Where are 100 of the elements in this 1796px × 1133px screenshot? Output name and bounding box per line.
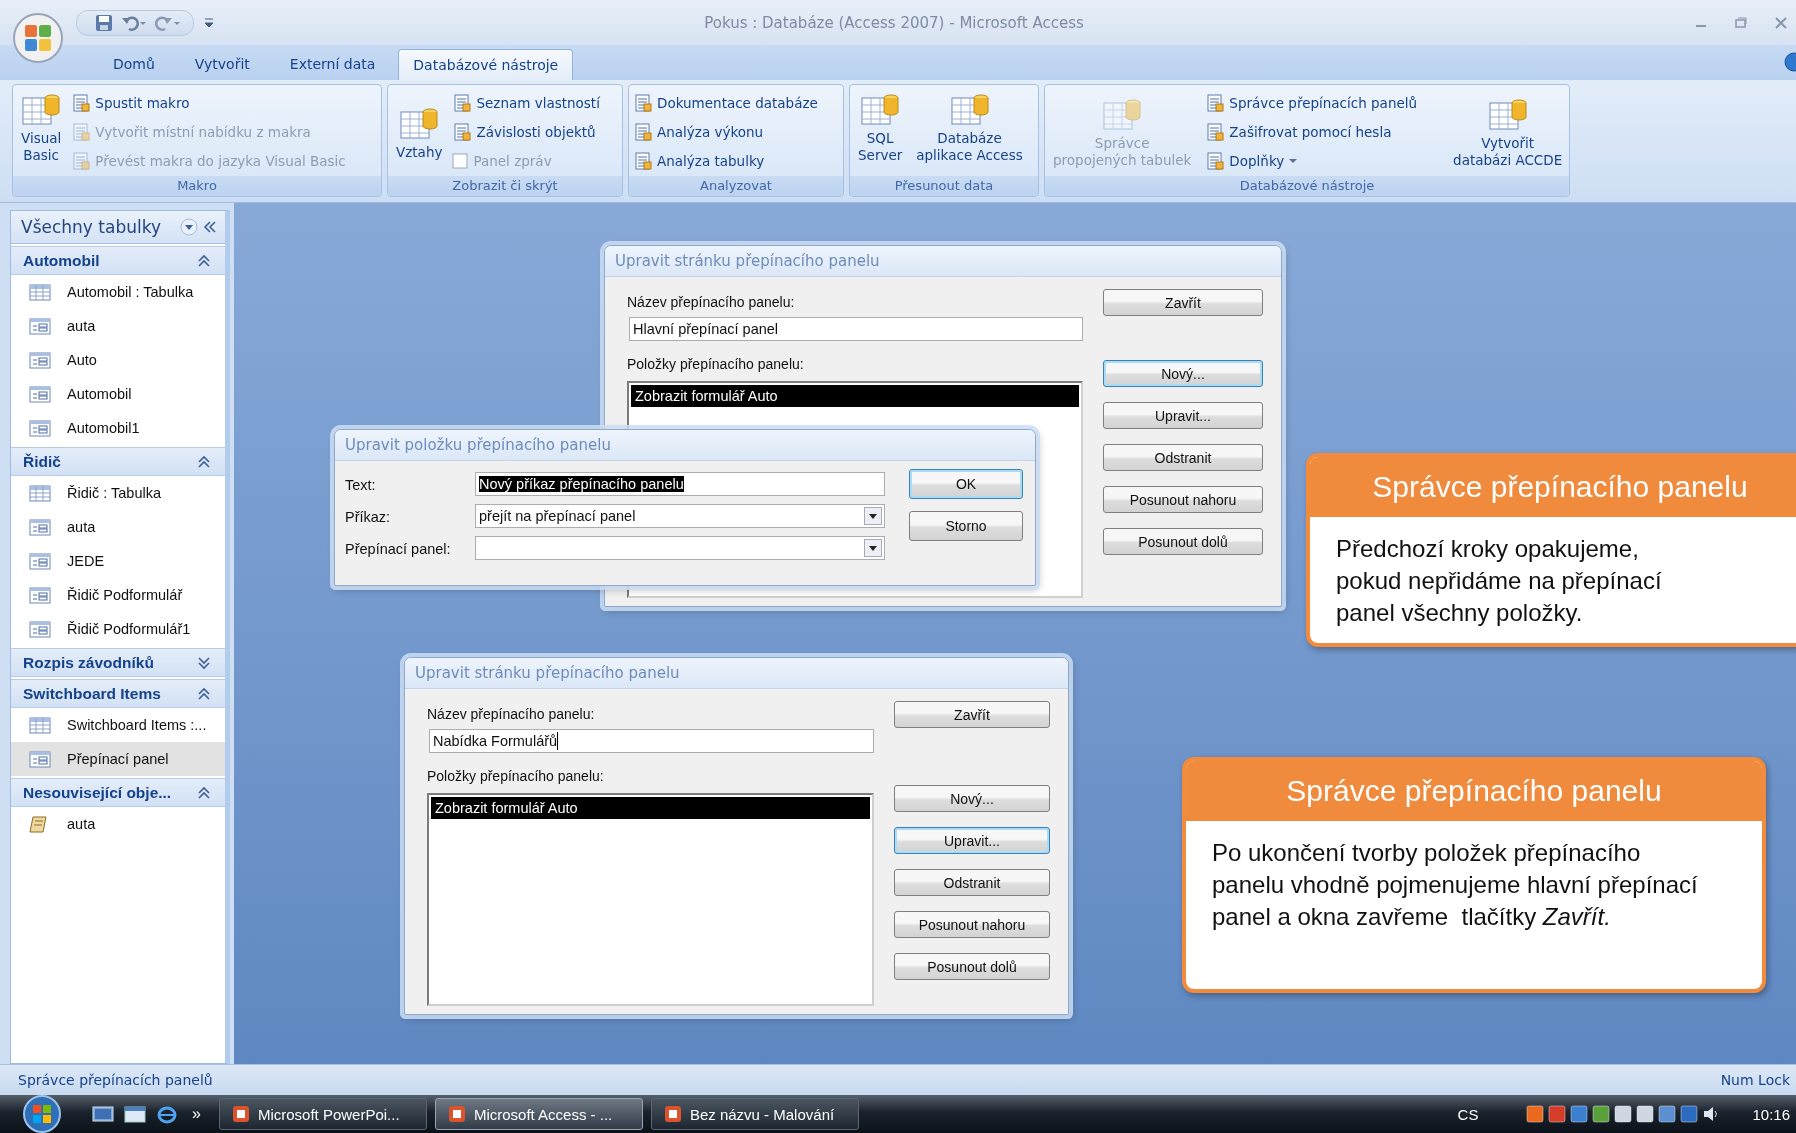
dialog-button[interactable]: Posunout nahoru	[894, 911, 1050, 938]
dialog-button[interactable]: Zavřít	[894, 701, 1050, 728]
group-header[interactable]: Switchboard Items	[11, 679, 225, 708]
dropdown-icon	[179, 217, 199, 237]
ribbon-button[interactable]: Analýza tabulky	[633, 148, 818, 175]
double-chevron-icon[interactable]	[203, 221, 217, 233]
dialog-button[interactable]: OK	[909, 469, 1023, 499]
ribbon-tab[interactable]: Databázové nástroje	[398, 49, 574, 80]
dialog-button[interactable]: Odstranit	[894, 869, 1050, 896]
navigation-item[interactable]: Automobil	[11, 377, 225, 411]
taskbar-button[interactable]: Microsoft PowerPoi...	[218, 1098, 427, 1130]
ribbon-tab[interactable]: Externí data	[272, 49, 393, 80]
navigation-item[interactable]: Řidič Podformulář1	[11, 612, 225, 646]
field-label: Název přepínacího panelu:	[427, 705, 596, 724]
tray-icon[interactable]	[1636, 1105, 1655, 1123]
document-icon	[452, 123, 472, 141]
list-item[interactable]: Zobrazit formulář Auto	[431, 797, 870, 819]
caret-icon[interactable]	[204, 16, 214, 29]
dialog-button[interactable]: Upravit...	[1103, 402, 1263, 429]
tray-icon[interactable]	[1570, 1105, 1589, 1123]
app-icon	[663, 1105, 682, 1123]
document-icon	[1205, 123, 1225, 141]
ribbon-tab[interactable]: Domů	[96, 49, 172, 80]
dialog-button[interactable]: Posunout dolů	[894, 953, 1050, 980]
callout-text: Předchozí kroky opakujeme, pokud nepřidáme na přepínací panel všechny položky.	[1335, 534, 1663, 628]
table-icon	[29, 483, 51, 503]
group-label: Přesunout data	[850, 176, 1038, 196]
form-icon	[29, 350, 51, 370]
ribbon-button[interactable]: Správce přepínacích panelů	[1205, 89, 1418, 116]
dialog-button[interactable]: Posunout dolů	[1103, 528, 1263, 555]
table-icon	[29, 715, 51, 735]
ribbon-button[interactable]: Spustit makro	[71, 89, 346, 116]
undo-icon[interactable]	[121, 13, 147, 32]
language-indicator[interactable]: CS	[1457, 1105, 1479, 1123]
navigation-item[interactable]: Switchboard Items :...	[11, 708, 225, 742]
tray-icon[interactable]	[1592, 1105, 1611, 1123]
dialog-button[interactable]: Nový...	[1103, 360, 1263, 387]
dialog-button[interactable]: Storno	[909, 511, 1023, 541]
group-header[interactable]: Řidič	[11, 447, 225, 476]
overflow-chevron-button[interactable]: »	[192, 1105, 201, 1123]
window-icon[interactable]	[124, 1104, 146, 1124]
app-icon	[447, 1105, 466, 1123]
dialog-button[interactable]: Posunout nahoru	[1103, 486, 1263, 513]
ribbon-button[interactable]: Vytvořit databázi ACCDE	[1449, 88, 1567, 176]
ribbon-button[interactable]: Seznam vlastností	[452, 89, 600, 116]
navigation-item[interactable]: auta	[11, 807, 225, 841]
dropdown-field[interactable]: přejít na přepínací panel	[475, 504, 885, 528]
document-icon	[71, 93, 91, 112]
callout-text: Po ukončení tvorby položek přepínacího panelu vhodně pojmenujeme hlavní přepínací panel a okna zavřeme tlačítky Zavřít.	[1211, 838, 1699, 932]
ribbon-button[interactable]: Databáze aplikace Access	[912, 88, 1027, 176]
navigation-item[interactable]: Řidič : Tabulka	[11, 476, 225, 510]
navigation-item[interactable]: auta	[11, 510, 225, 544]
ribbon-tab[interactable]: Vytvořit	[177, 49, 267, 80]
dropdown-field[interactable]	[475, 536, 885, 560]
ribbon-button[interactable]: Doplňky	[1205, 148, 1418, 175]
taskbar-button[interactable]: Bez názvu - Malování	[650, 1098, 859, 1130]
field-label: Přepínací panel:	[345, 540, 452, 559]
desktop-icon[interactable]	[92, 1104, 114, 1124]
taskbar-button[interactable]: Microsoft Access - ...	[434, 1098, 643, 1130]
group-label: Analyzovat	[629, 176, 843, 196]
dialog-title: Upravit položku přepínacího panelu	[335, 430, 1035, 461]
ribbon-button[interactable]: SQL Server	[854, 88, 907, 176]
input-field[interactable]: Nabídka Formulářů	[429, 729, 874, 753]
ribbon-button[interactable]: Analýza výkonu	[633, 119, 818, 145]
form-icon	[29, 619, 51, 639]
navigation-item[interactable]: Auto	[11, 343, 225, 377]
window-title: Pokus : Databáze (Access 2007) - Microsoft Access	[703, 13, 1085, 32]
input-field[interactable]: Hlavní přepínací panel	[629, 317, 1083, 341]
navigation-item[interactable]: Automobil : Tabulka	[11, 275, 225, 309]
dialog-button[interactable]: Upravit...	[894, 827, 1050, 854]
group-label: Makro	[13, 176, 381, 196]
list-item[interactable]: Zobrazit formulář Auto	[631, 385, 1079, 407]
navigation-item[interactable]: Přepínací panel	[11, 742, 225, 776]
ribbon-button[interactable]: Vztahy	[392, 88, 447, 176]
tray-icon[interactable]	[1614, 1105, 1633, 1123]
navigation-item[interactable]: auta	[11, 309, 225, 343]
group-header[interactable]: Rozpis závodníků	[11, 648, 225, 677]
callout-title: Správce přepínacího panelu	[1186, 761, 1762, 821]
navigation-item[interactable]: Řidič Podformulář	[11, 578, 225, 612]
tray-icon[interactable]	[1658, 1105, 1677, 1123]
form-icon	[29, 749, 51, 769]
save-icon[interactable]	[95, 13, 113, 32]
group-header[interactable]: Automobil	[11, 246, 225, 275]
document-icon	[633, 123, 652, 141]
dialog-button[interactable]: Odstranit	[1103, 444, 1263, 471]
navigation-item[interactable]: Automobil1	[11, 411, 225, 445]
browser-icon[interactable]	[156, 1104, 178, 1124]
help-icon[interactable]	[1782, 52, 1796, 72]
ribbon-button[interactable]: Dokumentace databáze	[633, 89, 818, 116]
navigation-item[interactable]: JEDE	[11, 544, 225, 578]
document-icon	[1205, 93, 1225, 112]
tray-icon[interactable]	[1526, 1105, 1545, 1123]
ribbon-button[interactable]: Závislosti objektů	[452, 119, 600, 145]
clock[interactable]: 10:16	[1752, 1105, 1790, 1123]
dialog-button[interactable]: Nový...	[894, 785, 1050, 812]
group-header[interactable]: Nesouvisející obje...	[11, 778, 225, 807]
ribbon-button[interactable]: Zašifrovat pomocí hesla	[1205, 119, 1418, 145]
input-field[interactable]: Nový příkaz přepínacího panelu	[475, 472, 885, 496]
dialog-button[interactable]: Zavřít	[1103, 289, 1263, 316]
ribbon-button[interactable]: Visual Basic	[17, 88, 66, 176]
